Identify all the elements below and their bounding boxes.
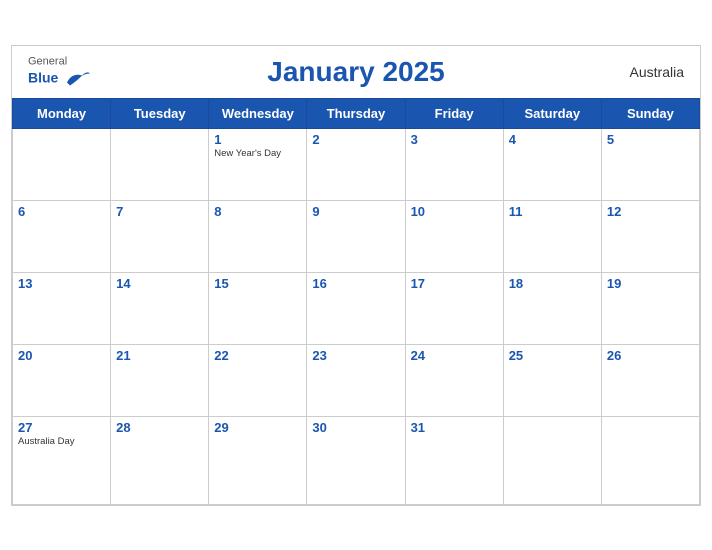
day-number: 24 — [411, 348, 498, 363]
calendar-day-cell: 19 — [601, 272, 699, 344]
day-number: 9 — [312, 204, 399, 219]
header-thursday: Thursday — [307, 98, 405, 128]
country-label: Australia — [630, 64, 684, 80]
calendar-day-cell: 30 — [307, 416, 405, 504]
calendar-day-cell — [503, 416, 601, 504]
holiday-label: Australia Day — [18, 436, 105, 447]
day-number: 16 — [312, 276, 399, 291]
day-number: 7 — [116, 204, 203, 219]
header-monday: Monday — [13, 98, 111, 128]
calendar-day-cell: 12 — [601, 200, 699, 272]
calendar-week-row: 27Australia Day 28 29 30 31 — [13, 416, 700, 504]
day-number: 25 — [509, 348, 596, 363]
day-number: 11 — [509, 204, 596, 219]
day-number: 30 — [312, 420, 399, 435]
calendar-day-cell: 31 — [405, 416, 503, 504]
weekday-header-row: Monday Tuesday Wednesday Thursday Friday… — [13, 98, 700, 128]
header-friday: Friday — [405, 98, 503, 128]
logo-general: General — [28, 56, 92, 67]
day-number: 2 — [312, 132, 399, 147]
day-number: 18 — [509, 276, 596, 291]
calendar-day-cell: 2 — [307, 128, 405, 200]
day-number: 4 — [509, 132, 596, 147]
logo-blue: Blue — [28, 70, 58, 84]
calendar-day-cell: 27Australia Day — [13, 416, 111, 504]
holiday-label: New Year's Day — [214, 148, 301, 159]
calendar-day-cell: 20 — [13, 344, 111, 416]
calendar-day-cell: 15 — [209, 272, 307, 344]
day-number: 23 — [312, 348, 399, 363]
logo: General Blue — [28, 56, 92, 87]
day-number: 5 — [607, 132, 694, 147]
calendar-day-cell: 23 — [307, 344, 405, 416]
calendar-header: General Blue January 2025 Australia — [12, 46, 700, 98]
day-number: 1 — [214, 132, 301, 147]
day-number: 31 — [411, 420, 498, 435]
calendar-day-cell: 25 — [503, 344, 601, 416]
day-number: 22 — [214, 348, 301, 363]
calendar-day-cell: 9 — [307, 200, 405, 272]
calendar-day-cell: 28 — [111, 416, 209, 504]
calendar-day-cell: 6 — [13, 200, 111, 272]
calendar-day-cell: 8 — [209, 200, 307, 272]
day-number: 3 — [411, 132, 498, 147]
calendar-day-cell: 22 — [209, 344, 307, 416]
header-saturday: Saturday — [503, 98, 601, 128]
day-number: 21 — [116, 348, 203, 363]
calendar-day-cell — [13, 128, 111, 200]
logo-bird-icon — [62, 67, 92, 87]
calendar-day-cell: 17 — [405, 272, 503, 344]
header-sunday: Sunday — [601, 98, 699, 128]
calendar-day-cell: 4 — [503, 128, 601, 200]
day-number: 17 — [411, 276, 498, 291]
header-tuesday: Tuesday — [111, 98, 209, 128]
day-number: 8 — [214, 204, 301, 219]
calendar-day-cell — [111, 128, 209, 200]
day-number: 20 — [18, 348, 105, 363]
calendar-table: Monday Tuesday Wednesday Thursday Friday… — [12, 98, 700, 505]
day-number: 26 — [607, 348, 694, 363]
calendar-day-cell: 11 — [503, 200, 601, 272]
calendar-day-cell: 1New Year's Day — [209, 128, 307, 200]
day-number: 29 — [214, 420, 301, 435]
calendar-day-cell: 7 — [111, 200, 209, 272]
header-wednesday: Wednesday — [209, 98, 307, 128]
calendar-day-cell: 5 — [601, 128, 699, 200]
calendar-day-cell: 24 — [405, 344, 503, 416]
calendar-day-cell: 13 — [13, 272, 111, 344]
calendar-day-cell: 14 — [111, 272, 209, 344]
calendar-day-cell: 16 — [307, 272, 405, 344]
calendar-week-row: 1New Year's Day 2345 — [13, 128, 700, 200]
day-number: 6 — [18, 204, 105, 219]
calendar-day-cell: 3 — [405, 128, 503, 200]
calendar-day-cell: 29 — [209, 416, 307, 504]
calendar-day-cell — [601, 416, 699, 504]
day-number: 13 — [18, 276, 105, 291]
calendar-day-cell: 10 — [405, 200, 503, 272]
calendar-day-cell: 18 — [503, 272, 601, 344]
day-number: 10 — [411, 204, 498, 219]
day-number: 27 — [18, 420, 105, 435]
calendar-day-cell: 21 — [111, 344, 209, 416]
calendar-title: January 2025 — [267, 56, 444, 88]
calendar: General Blue January 2025 Australia Mond… — [11, 45, 701, 506]
day-number: 12 — [607, 204, 694, 219]
calendar-week-row: 20 21 22 23 24 25 26 — [13, 344, 700, 416]
day-number: 28 — [116, 420, 203, 435]
day-number: 15 — [214, 276, 301, 291]
day-number: 14 — [116, 276, 203, 291]
day-number: 19 — [607, 276, 694, 291]
calendar-week-row: 13 14 15 16 17 18 19 — [13, 272, 700, 344]
calendar-day-cell: 26 — [601, 344, 699, 416]
calendar-week-row: 6789 10 11 12 — [13, 200, 700, 272]
